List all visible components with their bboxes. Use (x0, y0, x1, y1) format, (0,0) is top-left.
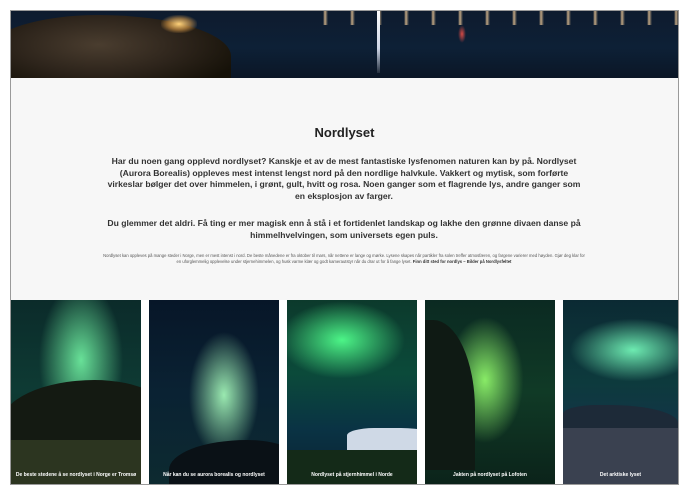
hero-city-lights (301, 11, 678, 25)
second-paragraph: Du glemmer det aldri. Få ting er mer mag… (107, 218, 581, 240)
fine-print: Nordlyset kan oppleves på mange steder i… (103, 253, 585, 266)
gallery-caption: Det arktiske lyset (599, 471, 642, 478)
gallery-item[interactable]: Jakten på nordlyset på Lofoten (425, 300, 555, 484)
gallery-item[interactable]: Det arktiske lyset (563, 300, 678, 484)
hero-image (11, 11, 678, 78)
gallery-caption: Når kan du se aurora borealis og nordlys… (163, 471, 265, 478)
gallery-caption: Jakten på nordlyset på Lofoten (453, 471, 527, 478)
hero-light-reflection (377, 11, 380, 73)
fine-print-link[interactable]: Finn ditt sted for nordlys – Bilder på N… (413, 259, 512, 264)
gallery-item[interactable]: Når kan du se aurora borealis og nordlys… (149, 300, 279, 484)
article-section: Nordlyset Har du noen gang opplevd nordl… (11, 78, 678, 300)
page-title: Nordlyset (314, 125, 375, 140)
ground (287, 450, 417, 484)
gallery-item[interactable]: De beste stedene å se nordlyset i Norge … (11, 300, 141, 484)
intro-paragraph: Har du noen gang opplevd nordlyset? Kans… (107, 156, 581, 201)
hero-red-light (458, 25, 466, 43)
aurora-gallery: De beste stedene å se nordlyset i Norge … (11, 300, 678, 484)
gallery-item[interactable]: Nordlyset på stjernhimmel i Norde (287, 300, 417, 484)
fine-print-text: Nordlyset kan oppleves på mange steder i… (103, 253, 585, 265)
hero-house-light (161, 15, 197, 33)
gallery-caption: De beste stedene å se nordlyset i Norge … (15, 471, 137, 478)
page-frame: Nordlyset Har du noen gang opplevd nordl… (10, 10, 679, 485)
gallery-caption: Nordlyset på stjernhimmel i Norde (311, 471, 393, 478)
hero-rocks (11, 15, 231, 78)
